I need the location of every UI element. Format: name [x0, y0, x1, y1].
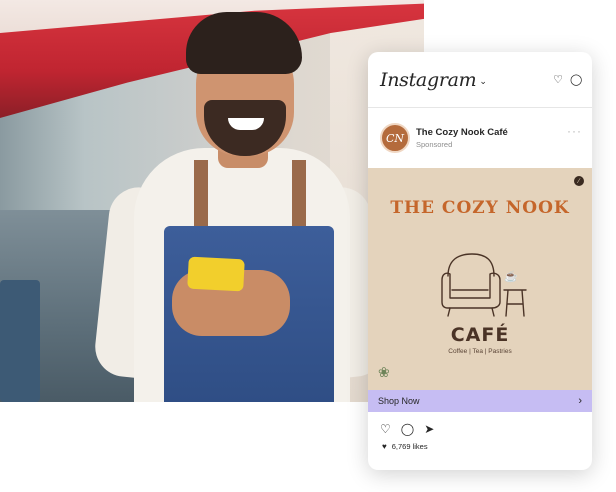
photo-chair: [0, 280, 40, 402]
leaf-icon: ❀: [378, 364, 390, 380]
ad-cafe-label: CAFÉ: [450, 324, 510, 346]
phone-image: [187, 256, 245, 292]
avatar-initials: CN: [385, 131, 405, 145]
chevron-right-icon: ›: [578, 395, 582, 407]
heart-icon[interactable]: ♡: [552, 73, 564, 86]
coffee-cup-icon: ☕: [504, 271, 518, 283]
shop-now-button[interactable]: Shop Now ›: [368, 390, 592, 412]
instagram-brand[interactable]: Instagram ⌄: [380, 69, 487, 91]
likes-row: ♥ 6,769 likes: [368, 436, 592, 457]
heart-filled-icon: ♥: [382, 442, 387, 451]
shop-now-label: Shop Now: [378, 396, 420, 406]
more-horizontal-icon[interactable]: ···: [567, 124, 582, 138]
instagram-logo: Instagram: [380, 68, 477, 91]
post-header: CN The Cozy Nook Café Sponsored ···: [368, 108, 592, 168]
apron-strap-left: [194, 160, 208, 232]
account-name[interactable]: The Cozy Nook Café: [416, 127, 561, 138]
ad-image[interactable]: ∕ THE COZY NOOK ☕ CAFÉ Coffee | Tea | Pa…: [368, 168, 592, 390]
post-actions: ♡ ◯ ➤: [368, 412, 592, 436]
hero-photo: [0, 0, 424, 402]
instagram-topbar: Instagram ⌄ ♡ ◯: [368, 52, 592, 108]
instagram-post-card: Instagram ⌄ ♡ ◯ CN The Cozy Nook Café Sp…: [368, 52, 592, 470]
likes-count[interactable]: 6,769 likes: [392, 442, 428, 451]
send-icon[interactable]: ➤: [424, 422, 434, 436]
chevron-down-icon: ⌄: [479, 76, 487, 86]
person-hair: [186, 12, 302, 74]
account-info: The Cozy Nook Café Sponsored: [416, 127, 561, 149]
comment-icon[interactable]: ◯: [401, 422, 414, 436]
topbar-icons: ♡ ◯: [552, 73, 582, 86]
avatar[interactable]: CN: [380, 123, 410, 153]
sponsored-label: Sponsored: [416, 140, 453, 149]
messenger-icon[interactable]: ◯: [570, 73, 582, 86]
coffee-bean-icon: ∕: [574, 176, 584, 186]
ad-title: THE COZY NOOK: [390, 198, 570, 218]
ad-subtitle: Coffee | Tea | Pastries: [448, 348, 512, 355]
armchair-illustration: [441, 253, 527, 317]
heart-icon[interactable]: ♡: [380, 422, 391, 436]
apron-strap-right: [292, 160, 306, 232]
